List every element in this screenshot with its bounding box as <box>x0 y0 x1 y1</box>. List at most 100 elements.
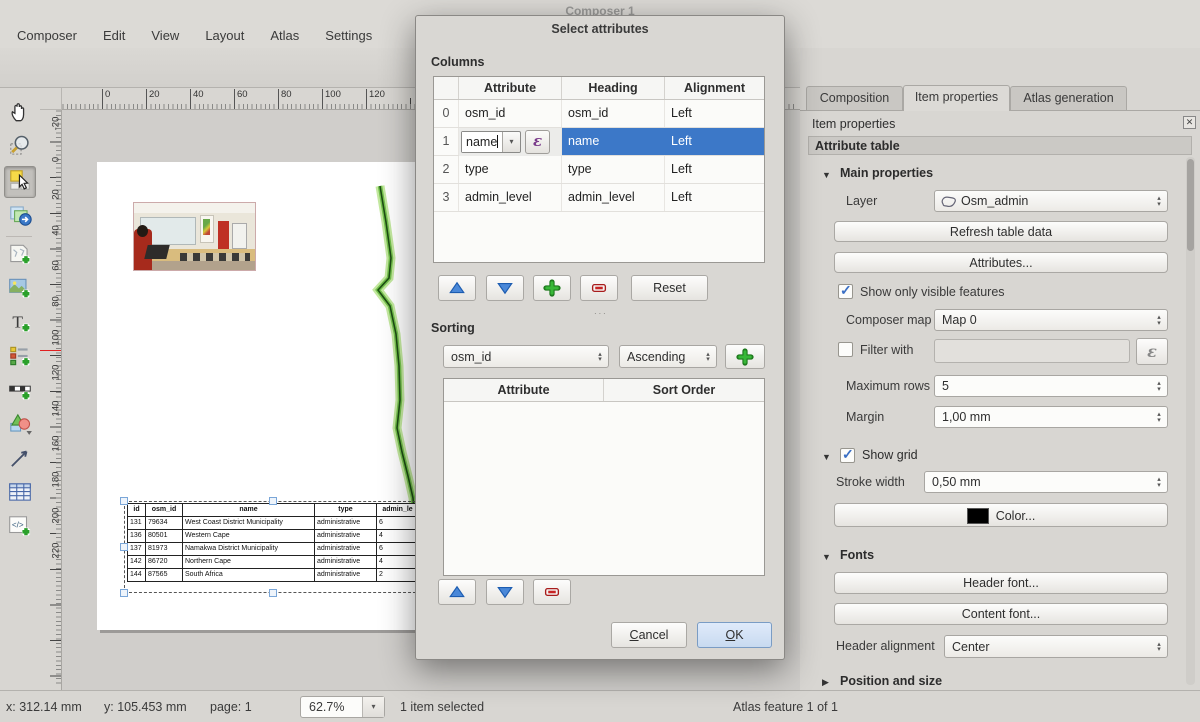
sort-attribute-combo[interactable]: osm_id▴▾ <box>443 345 609 368</box>
cursor-x-readout: x: 312.14 mm <box>6 700 82 714</box>
selection-handle[interactable] <box>269 497 277 505</box>
panel-scrollbar-thumb[interactable] <box>1187 159 1194 251</box>
panel-title: Item properties <box>812 117 895 131</box>
header-alignment-combo[interactable]: Center▴▾ <box>944 635 1168 658</box>
add-new-map-button[interactable] <box>4 240 36 272</box>
show-grid-label: Show grid <box>862 448 918 462</box>
spin-arrows-icon: ▴▾ <box>1151 195 1167 207</box>
tab-composition[interactable]: Composition <box>806 86 903 110</box>
cancel-button[interactable]: Cancel <box>611 622 687 648</box>
stroke-width-spinbox[interactable]: 0,50 mm▴▾ <box>924 471 1168 493</box>
filter-with-checkbox[interactable] <box>838 342 853 357</box>
filter-with-label: Filter with <box>860 343 913 357</box>
pan-button[interactable] <box>4 98 36 130</box>
attribute-table-item[interactable]: idosm_idnametypeadmin_le 13179634West Co… <box>127 503 420 591</box>
item-properties-panel: Composition Item properties Atlas genera… <box>800 48 1200 690</box>
splitter-handle[interactable]: ∙∙∙ <box>594 308 608 318</box>
add-sort-button[interactable] <box>725 344 765 369</box>
columns-header-attribute: Attribute <box>459 77 562 99</box>
menu-settings[interactable]: Settings <box>312 24 385 47</box>
refresh-table-data-button[interactable]: Refresh table data <box>834 221 1168 242</box>
menu-view[interactable]: View <box>138 24 192 47</box>
ruler-label: 80 <box>51 287 62 317</box>
spin-arrows-icon: ▴▾ <box>1151 641 1167 653</box>
zoom-level-combo[interactable]: 62.7%▾ <box>300 696 385 718</box>
cell-heading: name <box>562 128 665 155</box>
spin-arrows-icon: ▴▾ <box>592 351 608 363</box>
sort-order-combo[interactable]: Ascending▴▾ <box>619 345 717 368</box>
grid-color-button[interactable]: Color... <box>834 503 1168 527</box>
menu-atlas[interactable]: Atlas <box>257 24 312 47</box>
cell-attribute: admin_level <box>459 184 562 211</box>
cell-heading: osm_id <box>562 100 665 127</box>
menu-layout[interactable]: Layout <box>192 24 257 47</box>
ruler-label: 220 <box>51 536 62 566</box>
expand-arrow-icon[interactable]: ▶ <box>822 677 829 688</box>
cell-alignment: Left <box>665 184 764 211</box>
select-move-item-button[interactable] <box>4 166 36 198</box>
ruler-label: 180 <box>51 465 62 495</box>
header-font-button[interactable]: Header font... <box>834 572 1168 594</box>
ruler-label: 100 <box>322 89 341 109</box>
sorting-header-sort-order: Sort Order <box>604 379 764 401</box>
tab-item-properties[interactable]: Item properties <box>903 85 1010 111</box>
layer-combo[interactable]: Osm_admin▴▾ <box>934 190 1168 212</box>
add-new-legend-button[interactable] <box>4 342 36 374</box>
columns-row-type[interactable]: 2typetypeLeft <box>434 156 764 184</box>
maximum-rows-spinbox[interactable]: 5▴▾ <box>934 375 1168 397</box>
panel-scrollbar[interactable] <box>1186 157 1195 685</box>
attribute-edit-input[interactable]: name <box>462 132 502 152</box>
show-only-visible-checkbox[interactable] <box>838 284 853 299</box>
collapse-arrow-icon[interactable]: ▼ <box>822 452 831 462</box>
add-new-scalebar-button[interactable] <box>4 376 36 408</box>
selection-handle[interactable] <box>120 497 128 505</box>
collapse-arrow-icon[interactable]: ▼ <box>822 552 831 562</box>
panel-close-icon[interactable]: ✕ <box>1183 116 1196 129</box>
add-column-button[interactable] <box>533 275 571 301</box>
margin-spinbox[interactable]: 1,00 mm▴▾ <box>934 406 1168 428</box>
menu-composer[interactable]: Composer <box>4 24 90 47</box>
ok-button[interactable]: OK <box>697 622 772 648</box>
remove-column-button[interactable] <box>580 275 618 301</box>
attributes-button[interactable]: Attributes... <box>834 252 1168 273</box>
reset-button[interactable]: Reset <box>631 275 708 301</box>
tab-atlas-generation[interactable]: Atlas generation <box>1010 86 1127 110</box>
selection-handle[interactable] <box>120 589 128 597</box>
move-sort-up-button[interactable] <box>438 579 476 605</box>
composer-map-combo[interactable]: Map 0▴▾ <box>934 309 1168 331</box>
color-swatch <box>967 508 989 524</box>
add-basic-shape-button[interactable] <box>4 410 36 442</box>
move-column-down-button[interactable] <box>486 275 524 301</box>
add-image-button[interactable] <box>4 274 36 306</box>
selection-handle[interactable] <box>120 543 128 551</box>
add-new-label-button[interactable]: T <box>4 308 36 340</box>
filter-expression-button[interactable]: ε <box>1136 338 1168 365</box>
columns-row-name[interactable]: 1name▾εnameLeft <box>434 128 764 156</box>
collapse-arrow-icon[interactable]: ▼ <box>822 170 831 180</box>
move-column-up-button[interactable] <box>438 275 476 301</box>
content-font-button[interactable]: Content font... <box>834 603 1168 625</box>
chevron-down-icon[interactable]: ▾ <box>502 132 520 152</box>
ruler-label: -20 <box>51 110 62 139</box>
columns-row-admin_level[interactable]: 3admin_leveladmin_levelLeft <box>434 184 764 212</box>
expression-button[interactable]: ε <box>525 130 550 154</box>
cell-heading: type <box>562 156 665 183</box>
add-html-button[interactable]: </> <box>4 512 36 544</box>
attribute-edit-combo[interactable]: name▾ <box>461 131 521 153</box>
remove-sort-button[interactable] <box>533 579 571 605</box>
add-arrow-button[interactable] <box>4 444 36 476</box>
sorting-header-attribute: Attribute <box>444 379 604 401</box>
picture-item[interactable] <box>133 202 256 271</box>
add-attribute-table-button[interactable] <box>4 478 36 510</box>
ruler-label: 60 <box>234 89 248 109</box>
menu-edit[interactable]: Edit <box>90 24 138 47</box>
show-grid-checkbox[interactable] <box>840 448 855 463</box>
ruler-label: 80 <box>278 89 292 109</box>
zoom-button[interactable] <box>4 132 36 164</box>
move-item-content-button[interactable] <box>4 200 36 232</box>
filter-expression-input[interactable] <box>934 339 1130 363</box>
selection-handle[interactable] <box>269 589 277 597</box>
ruler-label: 160 <box>51 429 62 459</box>
columns-row-osm_id[interactable]: 0osm_idosm_idLeft <box>434 100 764 128</box>
move-sort-down-button[interactable] <box>486 579 524 605</box>
